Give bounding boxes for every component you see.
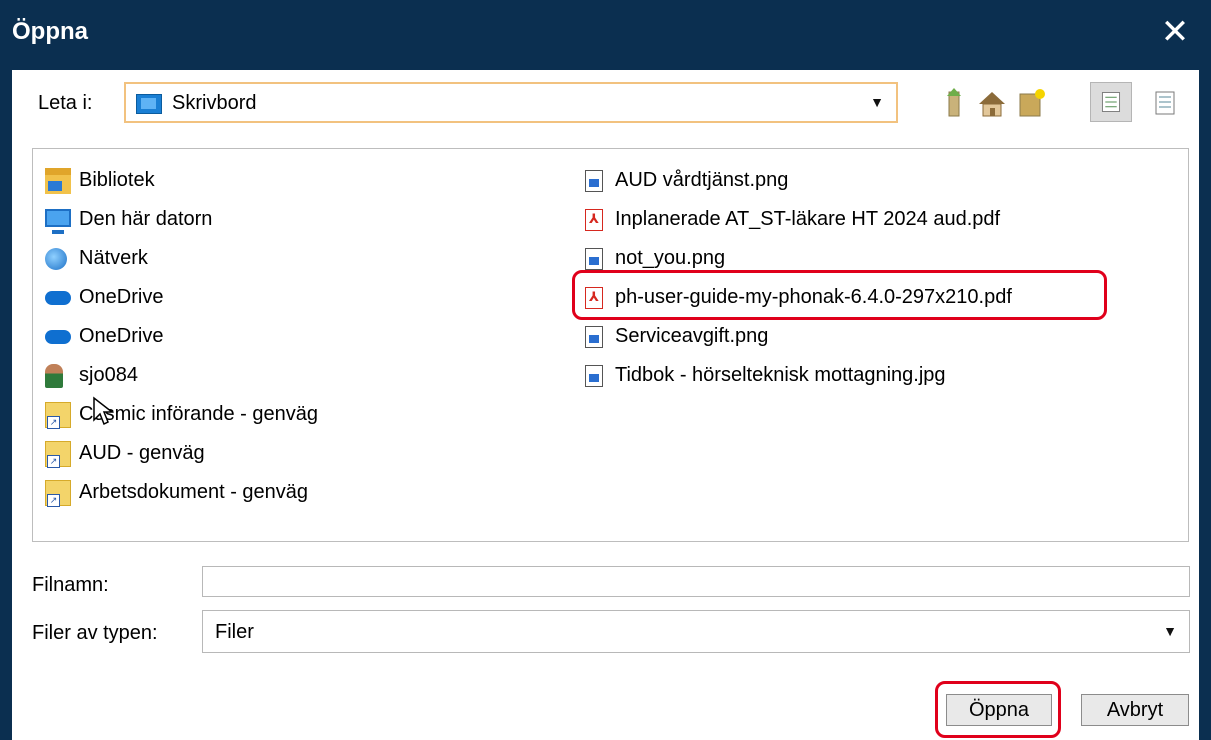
mouse-cursor-icon <box>93 396 114 426</box>
look-in-dropdown[interactable]: Skrivbord ▼ <box>124 82 898 123</box>
list-item-label: Tidbok - hörselteknisk mottagning.jpg <box>615 364 946 386</box>
list-item-label: sjo084 <box>79 364 138 386</box>
list-item-ph-user-guide[interactable]: ⅄ ph-user-guide-my-phonak-6.4.0-297x210.… <box>585 278 1012 317</box>
list-item-natverk[interactable]: Nätverk <box>45 239 318 278</box>
list-item-label: ph-user-guide-my-phonak-6.4.0-297x210.pd… <box>615 286 1012 308</box>
dialog-title: Öppna <box>12 18 88 45</box>
file-list-column-left: Bibliotek Den här datorn Nätverk OneDriv… <box>45 161 318 512</box>
list-item-aud-vardtjanst[interactable]: AUD vårdtjänst.png <box>585 161 1012 200</box>
list-item-label: Inplanerade AT_ST-läkare HT 2024 aud.pdf <box>615 208 1001 230</box>
list-item-label: AUD vårdtjänst.png <box>615 169 789 191</box>
image-file-icon <box>585 364 603 387</box>
pdf-file-icon: ⅄ <box>585 208 603 231</box>
network-icon <box>45 247 67 270</box>
list-item-label: Arbetsdokument - genväg <box>79 481 309 503</box>
list-item-label: Den här datorn <box>79 208 213 230</box>
computer-icon <box>45 208 71 234</box>
user-icon <box>45 363 63 388</box>
list-item-label: AUD - genväg <box>79 442 205 464</box>
dropdown-arrow-icon[interactable]: ▼ <box>870 94 884 110</box>
dropdown-arrow-icon[interactable]: ▼ <box>1163 623 1177 639</box>
list-item-arbetsdokument-shortcut[interactable]: Arbetsdokument - genväg <box>45 473 318 512</box>
look-in-label: Leta i: <box>38 92 93 114</box>
file-list[interactable]: Bibliotek Den här datorn Nätverk OneDriv… <box>32 148 1189 542</box>
shortcut-folder-icon <box>45 401 71 429</box>
shortcut-folder-icon <box>45 479 71 507</box>
cloud-icon <box>45 329 71 344</box>
image-file-icon <box>585 325 603 348</box>
list-item-label: Bibliotek <box>79 169 155 191</box>
shortcut-folder-icon <box>45 440 71 468</box>
file-list-column-right: AUD vårdtjänst.png ⅄ Inplanerade AT_ST-l… <box>585 161 1012 395</box>
desktop-folder-icon <box>136 94 162 114</box>
library-icon <box>45 167 71 194</box>
list-item-label: not_you.png <box>615 247 726 269</box>
list-item-den-har-datorn[interactable]: Den här datorn <box>45 200 318 239</box>
details-view-icon[interactable] <box>1150 86 1180 120</box>
list-item-bibliotek[interactable]: Bibliotek <box>45 161 318 200</box>
filetype-dropdown[interactable]: Filer ▼ <box>202 610 1190 653</box>
pdf-file-icon: ⅄ <box>585 286 603 309</box>
list-item-onedrive[interactable]: OneDrive <box>45 278 318 317</box>
list-item-sjo084[interactable]: sjo084 <box>45 356 318 395</box>
up-folder-icon[interactable] <box>945 86 967 120</box>
open-button[interactable]: Öppna <box>946 694 1052 726</box>
cancel-button[interactable]: Avbryt <box>1081 694 1189 726</box>
new-folder-icon[interactable] <box>1018 86 1046 120</box>
look-in-value: Skrivbord <box>172 92 257 114</box>
list-item-label: OneDrive <box>79 325 164 347</box>
list-item-not-you[interactable]: not_you.png <box>585 239 1012 278</box>
image-file-icon <box>585 247 603 270</box>
cloud-icon <box>45 290 71 305</box>
list-view-icon[interactable] <box>1090 82 1132 122</box>
list-item-aud-shortcut[interactable]: AUD - genväg <box>45 434 318 473</box>
filetype-label: Filer av typen: <box>32 622 158 644</box>
filetype-value: Filer <box>215 621 254 643</box>
list-item-cosmic-shortcut[interactable]: Cosmic införande - genväg <box>45 395 318 434</box>
home-icon[interactable] <box>975 86 1009 120</box>
image-file-icon <box>585 169 603 192</box>
list-item-label: Cosmic införande - genväg <box>79 403 319 425</box>
list-item-onedrive[interactable]: OneDrive <box>45 317 318 356</box>
list-item-serviceavgift[interactable]: Serviceavgift.png <box>585 317 1012 356</box>
title-bar: Öppna ✕ <box>0 0 1211 70</box>
close-icon[interactable]: ✕ <box>1157 14 1193 50</box>
list-item-inplanerade[interactable]: ⅄ Inplanerade AT_ST-läkare HT 2024 aud.p… <box>585 200 1012 239</box>
list-item-label: OneDrive <box>79 286 164 308</box>
list-item-label: Nätverk <box>79 247 148 269</box>
filename-label: Filnamn: <box>32 574 109 596</box>
filename-input[interactable] <box>202 566 1190 597</box>
list-item-label: Serviceavgift.png <box>615 325 769 347</box>
list-item-tidbok[interactable]: Tidbok - hörselteknisk mottagning.jpg <box>585 356 1012 395</box>
